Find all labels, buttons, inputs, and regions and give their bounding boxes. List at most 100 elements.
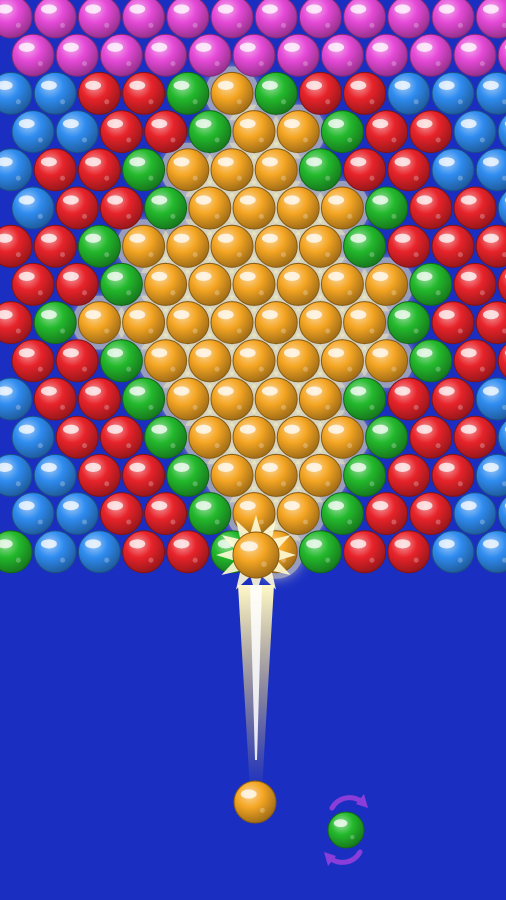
bubble-green[interactable] (166, 71, 210, 115)
bubble-green[interactable] (387, 301, 431, 345)
bubble-green[interactable] (320, 492, 364, 536)
bubble-gold[interactable] (210, 377, 254, 421)
bubble-red[interactable] (33, 377, 77, 421)
bubble-green[interactable] (365, 186, 409, 230)
bubble-red[interactable] (166, 530, 210, 574)
bubble-green[interactable] (144, 415, 188, 459)
bubble-red[interactable] (77, 453, 121, 497)
bubble-gold[interactable] (320, 415, 364, 459)
bubble-gold[interactable] (210, 148, 254, 192)
bubble-magenta[interactable] (254, 0, 298, 39)
bubble-green[interactable] (320, 110, 364, 154)
bubble-magenta[interactable] (166, 0, 210, 39)
bubble-red[interactable] (387, 377, 431, 421)
bubble-red[interactable] (99, 415, 143, 459)
bubble-blue[interactable] (33, 453, 77, 497)
bubble-blue[interactable] (11, 110, 55, 154)
bubble-gold[interactable] (254, 453, 298, 497)
bubble-red[interactable] (122, 453, 166, 497)
bubble-green[interactable] (122, 377, 166, 421)
bubble-red[interactable] (99, 186, 143, 230)
bubble-gold[interactable] (166, 301, 210, 345)
bubble-blue[interactable] (497, 493, 506, 535)
bubble-red[interactable] (387, 224, 431, 268)
bubble-green[interactable] (365, 415, 409, 459)
bubble-green[interactable] (343, 224, 387, 268)
bubble-green[interactable] (99, 339, 143, 383)
bubble-gold[interactable] (166, 377, 210, 421)
bubble-red[interactable] (122, 530, 166, 574)
bubble-green[interactable] (0, 530, 33, 574)
bubble-gold[interactable] (298, 224, 342, 268)
bubble-red[interactable] (409, 110, 453, 154)
bubble-gold[interactable] (298, 453, 342, 497)
bubble-red[interactable] (77, 71, 121, 115)
bubble-blue[interactable] (475, 71, 506, 115)
bubble-red[interactable] (365, 110, 409, 154)
bubble-gold[interactable] (254, 224, 298, 268)
bubble-magenta[interactable] (276, 33, 320, 77)
bubble-red[interactable] (0, 301, 33, 345)
bubble-magenta[interactable] (188, 33, 232, 77)
bubble-red[interactable] (343, 530, 387, 574)
bubble-red[interactable] (387, 530, 431, 574)
bubble-green[interactable] (210, 530, 254, 574)
bubble-green[interactable] (254, 71, 298, 115)
bubble-gold[interactable] (144, 339, 188, 383)
bubble-blue[interactable] (11, 186, 55, 230)
bubble-red[interactable] (77, 148, 121, 192)
bubble-red[interactable] (453, 262, 497, 306)
bubble-magenta[interactable] (232, 33, 276, 77)
bubble-blue[interactable] (475, 530, 506, 574)
bubble-gold[interactable] (122, 301, 166, 345)
bubble-gold[interactable] (254, 301, 298, 345)
bubble-red[interactable] (431, 453, 475, 497)
bubble-gold[interactable] (188, 415, 232, 459)
bubble-gold[interactable] (320, 262, 364, 306)
bubble-green[interactable] (166, 453, 210, 497)
bubble-blue[interactable] (0, 453, 33, 497)
bubble-green[interactable] (343, 377, 387, 421)
bubble-magenta[interactable] (409, 33, 453, 77)
bubble-gold[interactable] (232, 339, 276, 383)
bubble-gold[interactable] (276, 415, 320, 459)
bubble-gold[interactable] (276, 492, 320, 536)
bubble-gold[interactable] (232, 110, 276, 154)
bubble-magenta[interactable] (122, 0, 166, 39)
bubble-red[interactable] (475, 224, 506, 268)
bubble-green[interactable] (343, 453, 387, 497)
bubble-gold[interactable] (276, 262, 320, 306)
bubble-blue[interactable] (497, 416, 506, 458)
bubble-blue[interactable] (497, 111, 506, 153)
bubble-red[interactable] (343, 71, 387, 115)
bubble-board[interactable] (0, 0, 506, 900)
bubble-red[interactable] (55, 262, 99, 306)
bubble-gold[interactable] (188, 186, 232, 230)
bubble-red[interactable] (475, 301, 506, 345)
bubble-green[interactable] (298, 148, 342, 192)
bubble-gold[interactable] (166, 148, 210, 192)
bubble-gold[interactable] (320, 339, 364, 383)
bubble-green[interactable] (409, 339, 453, 383)
bubble-red[interactable] (497, 340, 506, 382)
bubble-blue[interactable] (453, 492, 497, 536)
bubble-blue[interactable] (475, 453, 506, 497)
bubble-blue[interactable] (0, 71, 33, 115)
bubble-magenta[interactable] (298, 0, 342, 39)
bubble-green[interactable] (188, 492, 232, 536)
bubble-gold[interactable] (77, 301, 121, 345)
bubble-magenta[interactable] (77, 0, 121, 39)
bubble-red[interactable] (497, 263, 506, 305)
bubble-gold[interactable] (320, 186, 364, 230)
bubble-blue[interactable] (453, 110, 497, 154)
bubble-gold[interactable] (210, 71, 254, 115)
bubble-blue[interactable] (55, 110, 99, 154)
bubble-green[interactable] (298, 530, 342, 574)
bubble-gold[interactable] (365, 262, 409, 306)
game-stage[interactable] (0, 0, 506, 900)
bubble-gold[interactable] (232, 186, 276, 230)
bubble-blue[interactable] (475, 148, 506, 192)
bubble-blue[interactable] (0, 148, 33, 192)
bubble-blue[interactable] (431, 71, 475, 115)
bubble-red[interactable] (55, 186, 99, 230)
